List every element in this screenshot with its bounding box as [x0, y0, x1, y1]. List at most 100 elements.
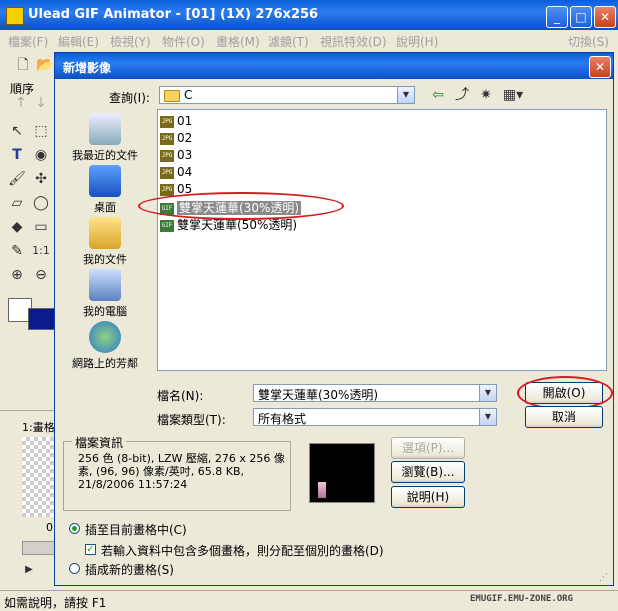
frame-panel-label: 1:畫格: [22, 421, 55, 434]
arrow-up-icon[interactable]: ↑: [12, 94, 30, 112]
insert-current-radio[interactable]: [69, 523, 80, 534]
insert-current-label[interactable]: 插至目前畫格中(C): [85, 521, 187, 538]
menu-view[interactable]: 檢視(Y): [110, 33, 151, 50]
place-desktop[interactable]: 桌面: [63, 165, 147, 215]
list-item[interactable]: JPG 02: [160, 131, 192, 147]
place-label: 我的文件: [83, 253, 127, 266]
place-label: 桌面: [94, 201, 116, 214]
options-button[interactable]: 選項(P)...: [391, 437, 465, 459]
frame-number: 0: [46, 521, 53, 534]
frame-panel: 1:畫格 0 ▶: [0, 410, 58, 591]
list-item[interactable]: JPG 01: [160, 114, 192, 130]
dialog-title: 新增影像: [63, 61, 112, 75]
insert-new-label[interactable]: 插成新的畫格(S): [85, 561, 174, 578]
menu-edit[interactable]: 編輯(E): [58, 33, 99, 50]
watermark: EMUGIF.EMU-ZONE.ORG: [470, 594, 573, 604]
list-item[interactable]: JPG 03: [160, 148, 192, 164]
frame-scrollbar[interactable]: [22, 541, 58, 555]
frame-thumbnail[interactable]: [22, 437, 54, 517]
file-list[interactable]: JPG 01 JPG 02 JPG 03 JPG 04 JPG 05 GIF 雙掌天蓮華(3…: [138, 109, 607, 371]
status-text: 如需說明，請按 F1: [4, 596, 107, 610]
text-tool-icon[interactable]: T: [8, 146, 26, 164]
brush-icon[interactable]: 🖌: [8, 170, 26, 188]
status-bar: 如需說明，請按 F1 EMUGIF.EMU-ZONE.ORG: [0, 590, 618, 611]
marquee-icon[interactable]: ⬚: [32, 122, 50, 140]
view-menu-icon[interactable]: ▦▾: [501, 86, 525, 104]
shape-icon[interactable]: ▭: [32, 218, 50, 236]
chevron-down-icon[interactable]: ▼: [397, 87, 414, 103]
actual-size-icon[interactable]: 1:1: [32, 242, 50, 260]
ellipse-icon[interactable]: ◯: [32, 194, 50, 212]
jpg-file-icon: JPG: [160, 166, 174, 179]
jpg-file-icon: JPG: [160, 115, 174, 128]
menu-switch[interactable]: 切換(S): [568, 33, 609, 50]
new-file-icon[interactable]: 🗋: [14, 56, 32, 74]
chevron-down-icon[interactable]: ▼: [479, 409, 496, 425]
resize-grip-icon[interactable]: ⋰: [599, 573, 611, 585]
arrow-down-icon[interactable]: ↓: [32, 94, 50, 112]
magic-wand-icon[interactable]: ✣: [32, 170, 50, 188]
menu-help[interactable]: 說明(H): [396, 33, 438, 50]
cancel-button[interactable]: 取消: [525, 406, 603, 428]
minimize-icon[interactable]: _: [546, 6, 568, 28]
browse-button[interactable]: 瀏覽(B)...: [391, 461, 465, 483]
menu-file[interactable]: 檔案(F): [8, 33, 48, 50]
menu-object[interactable]: 物件(O): [162, 33, 205, 50]
place-label: 我最近的文件: [72, 149, 138, 162]
filetype-select[interactable]: 所有格式 ▼: [253, 408, 497, 426]
menu-frame[interactable]: 畫格(M): [216, 33, 260, 50]
place-label: 我的電腦: [83, 305, 127, 318]
help-button[interactable]: 說明(H): [391, 486, 465, 508]
file-name: 01: [177, 114, 193, 128]
place-recent[interactable]: 我最近的文件: [63, 113, 147, 163]
highlight-ellipse-open: [517, 376, 613, 410]
distribute-label[interactable]: 若輸入資料中包含多個畫格，則分配至個別的畫格(D): [101, 542, 384, 559]
open-folder-icon[interactable]: 📂: [36, 56, 54, 74]
look-in-combo[interactable]: C ▼: [159, 86, 415, 104]
play-icon[interactable]: ▶: [20, 561, 38, 579]
filename-input[interactable]: 雙掌天蓮華(30%透明) ▼: [253, 384, 497, 402]
up-folder-icon[interactable]: ⤴: [453, 86, 471, 104]
add-image-dialog: 新增影像 ✕ 查詢(I): C ▼ ⇦ ⤴ ✷ ▦▾ 我最近的文件 桌面 我的文…: [54, 52, 614, 586]
look-in-label: 查詢(I):: [109, 91, 150, 105]
foreground-color-swatch[interactable]: [28, 308, 56, 330]
back-icon[interactable]: ⇦: [429, 86, 447, 104]
zoom-in-icon[interactable]: ⊕: [8, 266, 26, 284]
app-title: Ulead GIF Animator - [01] (1X) 276x256: [28, 7, 319, 22]
close-icon[interactable]: ✕: [594, 6, 616, 28]
filetype-value: 所有格式: [258, 412, 307, 426]
jpg-file-icon: JPG: [160, 132, 174, 145]
file-info-header: 檔案資訊: [72, 434, 127, 451]
zoom-out-icon[interactable]: ⊖: [32, 266, 50, 284]
main-toolbar: 🗋 📂: [0, 50, 56, 78]
pointer-icon[interactable]: ↖: [8, 122, 26, 140]
file-name: 04: [177, 165, 193, 179]
place-network[interactable]: 網路上的芳鄰: [63, 321, 147, 371]
maximize-icon[interactable]: □: [570, 6, 592, 28]
new-folder-icon[interactable]: ✷: [477, 86, 495, 104]
dialog-close-icon[interactable]: ✕: [589, 56, 611, 78]
fill-icon[interactable]: ◆: [8, 218, 26, 236]
place-my-documents[interactable]: 我的文件: [63, 217, 147, 267]
highlight-ellipse-file: [138, 192, 344, 220]
file-name: 03: [177, 148, 193, 162]
place-label: 網路上的芳鄰: [72, 357, 138, 370]
lasso-icon[interactable]: ◉: [32, 146, 50, 164]
jpg-file-icon: JPG: [160, 183, 174, 196]
insert-new-radio[interactable]: [69, 563, 80, 574]
place-my-computer[interactable]: 我的電腦: [63, 269, 147, 319]
menu-video-effects[interactable]: 視訊特效(D): [320, 33, 387, 50]
desktop-icon: [89, 165, 121, 197]
network-places-icon: [89, 321, 121, 353]
chevron-down-icon[interactable]: ▼: [479, 385, 496, 401]
eraser-icon[interactable]: ▱: [8, 194, 26, 212]
menu-filter[interactable]: 濾鏡(T): [268, 33, 309, 50]
menu-bar: 檔案(F) 編輯(E) 檢視(Y) 物件(O) 畫格(M) 濾鏡(T) 視訊特效…: [0, 30, 618, 50]
filename-value: 雙掌天蓮華(30%透明): [258, 388, 379, 402]
my-computer-icon: [89, 269, 121, 301]
list-item[interactable]: JPG 04: [160, 165, 192, 181]
distribute-checkbox[interactable]: ✓: [85, 544, 96, 555]
eyedropper-icon[interactable]: ✎: [8, 242, 26, 260]
file-info-text: 256 色 (8-bit), LZW 壓縮, 276 x 256 像素, (96…: [78, 452, 285, 491]
file-info-box: 檔案資訊 256 色 (8-bit), LZW 壓縮, 276 x 256 像素…: [63, 434, 291, 511]
